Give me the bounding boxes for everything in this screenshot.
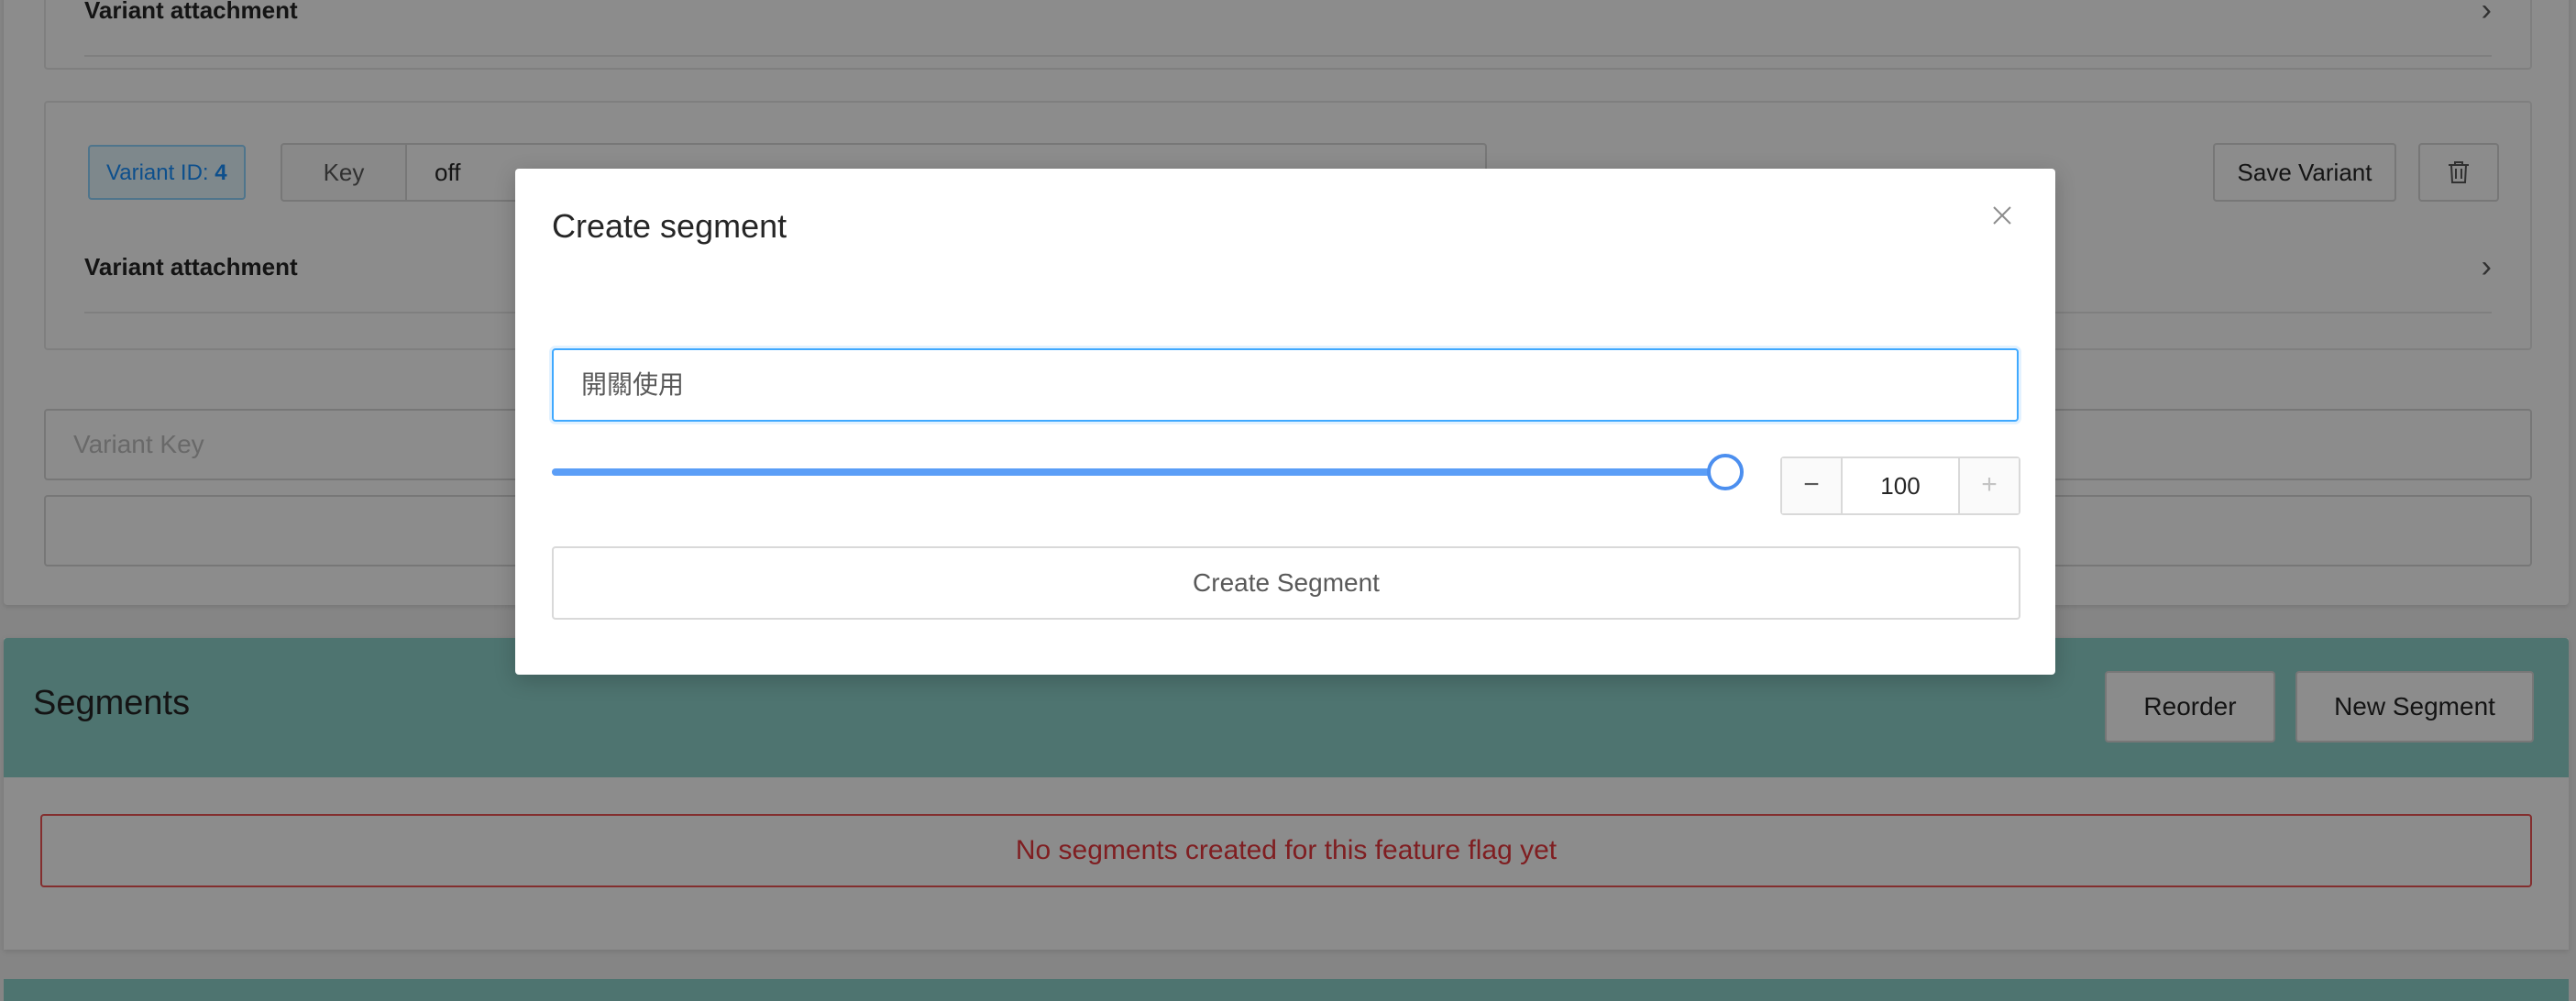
slider-handle[interactable]	[1707, 454, 1744, 490]
increment-button[interactable]: +	[1958, 458, 2019, 513]
rollout-stepper: − 100 +	[1780, 456, 2020, 515]
rollout-value-input[interactable]: 100	[1843, 458, 1958, 513]
segment-description-input[interactable]: 開關使用	[552, 348, 2019, 422]
rollout-slider[interactable]	[552, 444, 1744, 500]
modal-title: Create segment	[552, 207, 787, 245]
create-segment-button[interactable]: Create Segment	[552, 546, 2020, 620]
close-icon[interactable]	[1984, 198, 2020, 235]
slider-track	[552, 468, 1725, 476]
decrement-button[interactable]: −	[1782, 458, 1843, 513]
create-segment-modal: Create segment 開關使用 − 100 + Create Segme…	[515, 169, 2055, 675]
